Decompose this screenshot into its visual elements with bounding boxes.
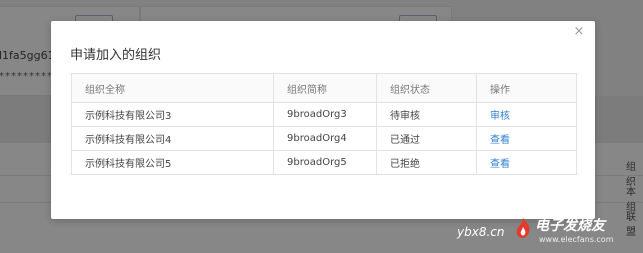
org-full-name: 示例科技有限公司3 — [71, 102, 274, 127]
table-row: 示例科技有限公司3 9broadOrg3 待审核 审核 — [71, 102, 577, 127]
flame-logo-icon — [516, 218, 530, 238]
review-link[interactable]: 审核 — [490, 111, 510, 122]
org-short-name: 9broadOrg5 — [273, 150, 377, 175]
action-cell: 查看 — [476, 126, 577, 151]
org-full-name: 示例科技有限公司4 — [71, 126, 274, 151]
org-status: 待审核 — [376, 102, 477, 127]
column-header-status: 组织状态 — [376, 73, 477, 103]
table-row: 示例科技有限公司5 9broadOrg5 已拒绝 查看 — [71, 150, 577, 175]
org-short-name: 9broadOrg4 — [273, 126, 377, 151]
org-status: 已拒绝 — [376, 150, 477, 175]
view-link[interactable]: 查看 — [490, 135, 510, 146]
watermark-url: www.elecfans.com — [539, 235, 614, 244]
watermark: ybx8.cn 电子发烧友 www.elecfans.com — [457, 213, 637, 247]
action-cell: 查看 — [476, 150, 577, 175]
org-status: 已通过 — [376, 126, 477, 151]
watermark-brand: 电子发烧友 — [535, 218, 605, 234]
organizations-table: 组织全称 组织简称 组织状态 操作 示例科技有限公司3 9broadOrg3 待… — [71, 73, 577, 175]
table-header-row: 组织全称 组织简称 组织状态 操作 — [71, 73, 577, 103]
dialog-title: 申请加入的组织 — [70, 48, 162, 63]
table-row: 示例科技有限公司4 9broadOrg4 已通过 查看 — [71, 126, 577, 151]
org-full-name: 示例科技有限公司5 — [71, 150, 274, 175]
org-short-name: 9broadOrg3 — [273, 102, 377, 127]
action-cell: 审核 — [476, 102, 577, 127]
view-link[interactable]: 查看 — [490, 159, 510, 170]
applied-organizations-dialog: × 申请加入的组织 组织全称 组织简称 组织状态 操作 示例科技有限公司3 9b… — [51, 21, 595, 219]
close-icon[interactable]: × — [571, 24, 587, 40]
column-header-action: 操作 — [476, 73, 577, 103]
column-header-full-name: 组织全称 — [71, 73, 274, 103]
column-header-short-name: 组织简称 — [273, 73, 377, 103]
watermark-site: ybx8.cn — [457, 225, 505, 239]
